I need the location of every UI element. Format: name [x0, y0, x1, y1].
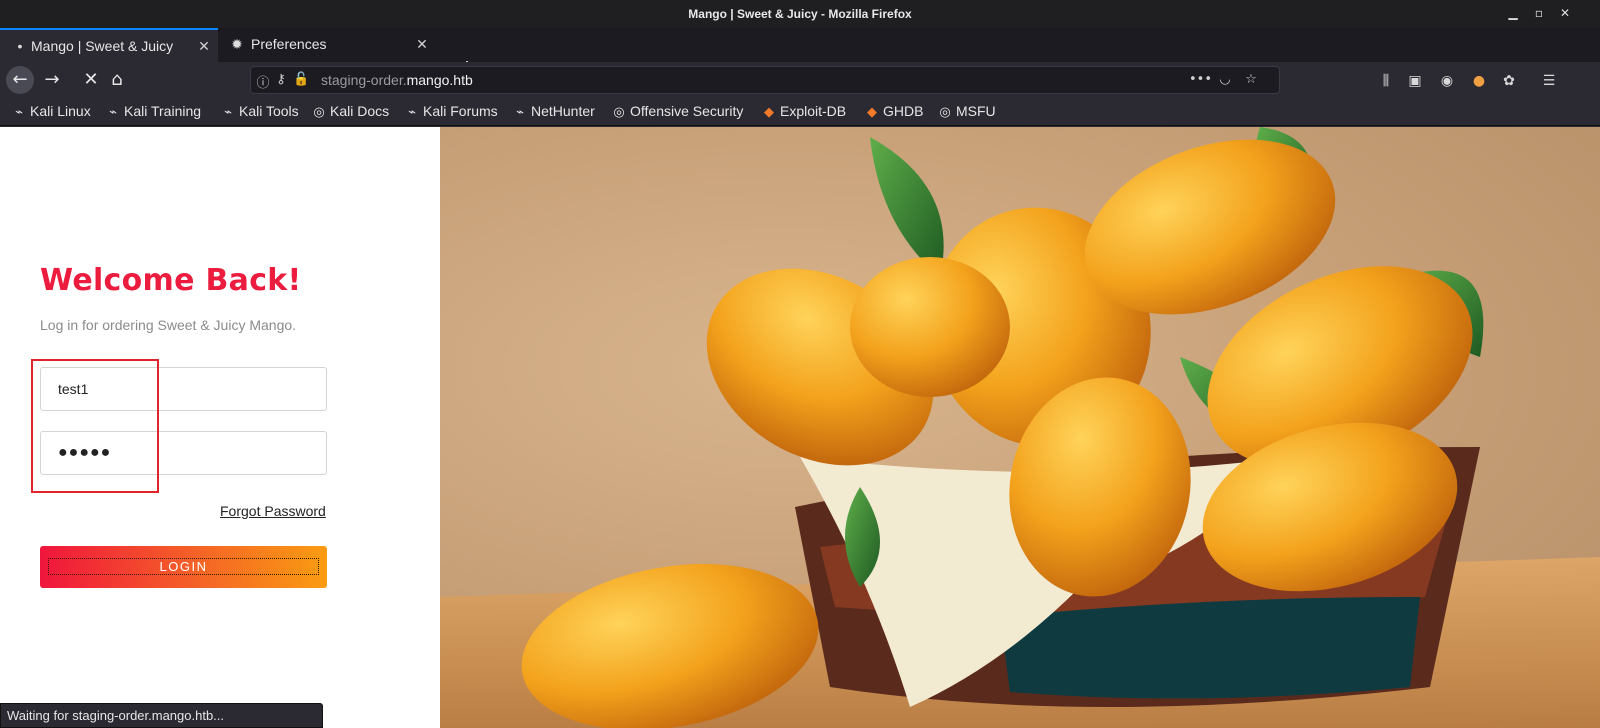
loading-dot-icon: • — [17, 38, 23, 54]
focus-ring — [48, 558, 319, 575]
extension-icon[interactable]: ◉ — [1438, 72, 1456, 90]
window-titlebar: Mango | Sweet & Juicy - Mozilla Firefox … — [0, 0, 1600, 28]
close-tab-icon[interactable]: ✕ — [196, 38, 212, 54]
tab-preferences[interactable]: ✹ Preferences ✕ — [218, 28, 438, 62]
stop-loading-button[interactable]: ✕ — [77, 66, 105, 94]
hero-image-mango-basket — [440, 127, 1600, 728]
menu-icon[interactable]: ☰ — [1540, 72, 1558, 90]
globe-icon: ◎ — [613, 104, 625, 119]
close-window-button[interactable]: ✕ — [1556, 4, 1574, 22]
bookmark-kali-forums[interactable]: ⌁ Kali Forums — [405, 103, 498, 120]
page-actions-icon[interactable]: ••• — [1189, 72, 1212, 87]
forgot-password-link[interactable]: Forgot Password — [220, 503, 326, 519]
bookmark-label: Offensive Security — [630, 103, 744, 119]
key-icon[interactable]: ⚷ — [273, 72, 289, 87]
tab-label: Preferences — [251, 36, 327, 52]
bookmark-ghdb[interactable]: ◆ GHDB — [865, 103, 923, 120]
bookmark-label: Kali Tools — [239, 103, 299, 119]
insecure-lock-icon[interactable]: 🔓 — [293, 72, 309, 87]
page-title: Welcome Back! — [40, 263, 302, 298]
kali-dragon-icon: ⌁ — [109, 104, 117, 119]
bookmark-label: Kali Forums — [423, 103, 498, 119]
bookmark-label: Kali Docs — [330, 103, 390, 119]
extension-foxy-icon[interactable]: ● — [1470, 72, 1488, 90]
exploit-db-icon: ◆ — [867, 104, 877, 119]
bookmark-offensive-security[interactable]: ◎ Offensive Security — [612, 103, 743, 120]
bookmark-label: MSFU — [956, 103, 996, 119]
kali-dragon-icon: ⌁ — [15, 104, 23, 119]
status-bar: Waiting for staging-order.mango.htb... — [0, 703, 323, 728]
cookie-editor-icon[interactable]: ✿ — [1500, 72, 1518, 90]
globe-icon: ◎ — [939, 104, 951, 119]
pocket-icon[interactable]: ◡ — [1217, 72, 1233, 87]
globe-icon: ◎ — [313, 104, 325, 119]
bookmark-label: NetHunter — [531, 103, 595, 119]
close-tab-icon[interactable]: ✕ — [414, 36, 430, 52]
info-icon[interactable]: ⓘ — [255, 72, 271, 91]
bookmark-kali-tools[interactable]: ⌁ Kali Tools — [221, 103, 299, 120]
bookmark-kali-linux[interactable]: ⌁ Kali Linux — [12, 103, 91, 120]
window-title: Mango | Sweet & Juicy - Mozilla Firefox — [688, 7, 912, 21]
bookmarks-toolbar: ⌁ Kali Linux ⌁ Kali Training ⌁ Kali Tools ◎… — [0, 98, 1600, 126]
library-icon[interactable]: ⫼ — [1377, 72, 1395, 90]
bookmark-star-icon[interactable]: ☆ — [1243, 72, 1259, 87]
bookmark-nethunter[interactable]: ⌁ NetHunter — [513, 103, 595, 120]
bookmark-label: GHDB — [883, 103, 924, 119]
mango-basket-illustration — [440, 127, 1600, 728]
url-subdomain: staging-order. — [321, 72, 407, 88]
kali-dragon-icon: ⌁ — [408, 104, 416, 119]
kali-dragon-icon: ⌁ — [516, 104, 524, 119]
login-button[interactable]: LOGIN — [40, 546, 327, 588]
annotation-highlight-box — [31, 359, 159, 493]
tab-mango[interactable]: • Mango | Sweet & Juicy ✕ — [0, 28, 218, 62]
bookmark-kali-training[interactable]: ⌁ Kali Training — [106, 103, 201, 120]
maximize-button[interactable]: ▫ — [1530, 4, 1548, 22]
url-text[interactable]: staging-order.mango.htb — [321, 72, 473, 88]
bookmark-label: Kali Linux — [30, 103, 91, 119]
page-content: Welcome Back! Log in for ordering Sweet … — [0, 127, 1600, 728]
exploit-db-icon: ◆ — [764, 104, 774, 119]
bookmark-exploit-db[interactable]: ◆ Exploit-DB — [762, 103, 846, 120]
bookmark-msfu[interactable]: ◎ MSFU — [938, 103, 996, 120]
navigation-toolbar: ← → ✕ ⌂ ⓘ ⚷ 🔓 staging-order.mango.htb ••… — [0, 62, 1600, 98]
url-bar[interactable]: ⓘ ⚷ 🔓 staging-order.mango.htb ••• ◡ ☆ — [250, 66, 1280, 94]
login-panel: Welcome Back! Log in for ordering Sweet … — [0, 127, 440, 728]
sidebar-icon[interactable]: ▣ — [1406, 72, 1424, 90]
bookmark-label: Exploit-DB — [780, 103, 847, 119]
tab-bar: • Mango | Sweet & Juicy ✕ ✹ Preferences … — [0, 28, 1600, 80]
forward-button[interactable]: → — [38, 66, 66, 94]
back-button[interactable]: ← — [6, 66, 34, 94]
bookmark-label: Kali Training — [124, 103, 202, 119]
minimize-button[interactable]: ▁ — [1504, 4, 1522, 22]
tab-label: Mango | Sweet & Juicy — [31, 38, 174, 54]
kali-dragon-icon: ⌁ — [224, 104, 232, 119]
login-subtitle: Log in for ordering Sweet & Juicy Mango. — [40, 317, 297, 333]
url-host: mango.htb — [406, 72, 473, 88]
bookmark-kali-docs[interactable]: ◎ Kali Docs — [312, 103, 389, 120]
home-button[interactable]: ⌂ — [103, 66, 131, 94]
gear-icon: ✹ — [231, 36, 243, 52]
